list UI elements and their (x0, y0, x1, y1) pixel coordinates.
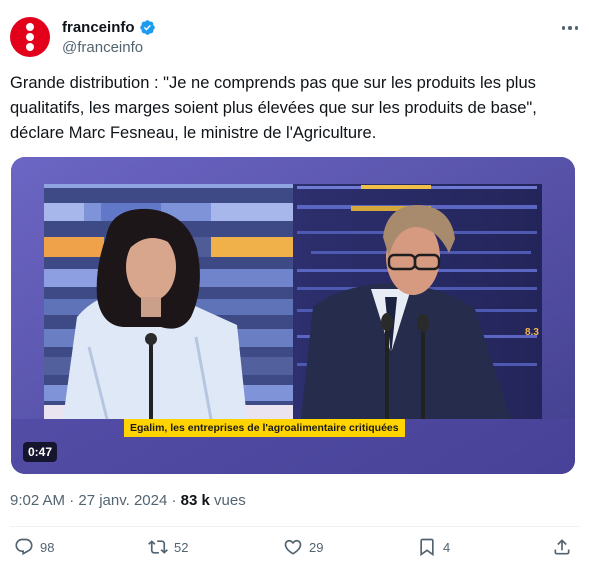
more-options-icon[interactable] (558, 16, 582, 40)
share-icon (554, 539, 570, 555)
like-button[interactable]: 29 (283, 537, 323, 557)
views-count: 83 k (180, 492, 210, 509)
logo-dot (26, 43, 34, 51)
action-bar: 98 52 29 4 (0, 537, 589, 565)
display-name[interactable]: franceinfo (62, 19, 135, 36)
logo-dot (26, 23, 34, 31)
divider (10, 526, 580, 527)
views-label: vues (209, 492, 246, 509)
author-name-row: franceinfo (62, 19, 156, 36)
video-player[interactable]: 8.3 Egalim, les entreprises de l'agroali… (11, 157, 575, 474)
reply-button[interactable]: 98 (14, 537, 54, 557)
reply-count: 98 (40, 539, 55, 555)
share-button[interactable] (552, 537, 572, 557)
heart-icon (284, 539, 302, 555)
tweet-text: Grande distribution : "Je ne comprends p… (10, 74, 537, 142)
bookmark-icon (420, 538, 434, 557)
bookmark-count: 4 (443, 539, 451, 555)
timestamp[interactable]: 9:02 AM · 27 janv. 2024 · (10, 492, 181, 509)
avatar[interactable] (10, 17, 50, 57)
like-count: 29 (309, 539, 324, 555)
logo-dot (26, 33, 34, 41)
overlay-number: 8.3 (525, 327, 539, 338)
repost-icon (148, 540, 168, 554)
verified-badge-icon (139, 20, 155, 35)
reply-icon (15, 538, 33, 556)
video-caption: Egalim, les entreprises de l'agroaliment… (124, 419, 405, 437)
tweet: franceinfo @franceinfo Grande distributi… (0, 0, 589, 575)
tweet-meta: 9:02 AM · 27 janv. 2024 · 83 k vues (10, 492, 246, 509)
repost-button[interactable]: 52 (148, 537, 188, 557)
repost-count: 52 (174, 539, 189, 555)
bookmark-button[interactable]: 4 (417, 537, 450, 557)
handle[interactable]: @franceinfo (62, 39, 143, 56)
video-duration-badge: 0:47 (23, 442, 58, 462)
